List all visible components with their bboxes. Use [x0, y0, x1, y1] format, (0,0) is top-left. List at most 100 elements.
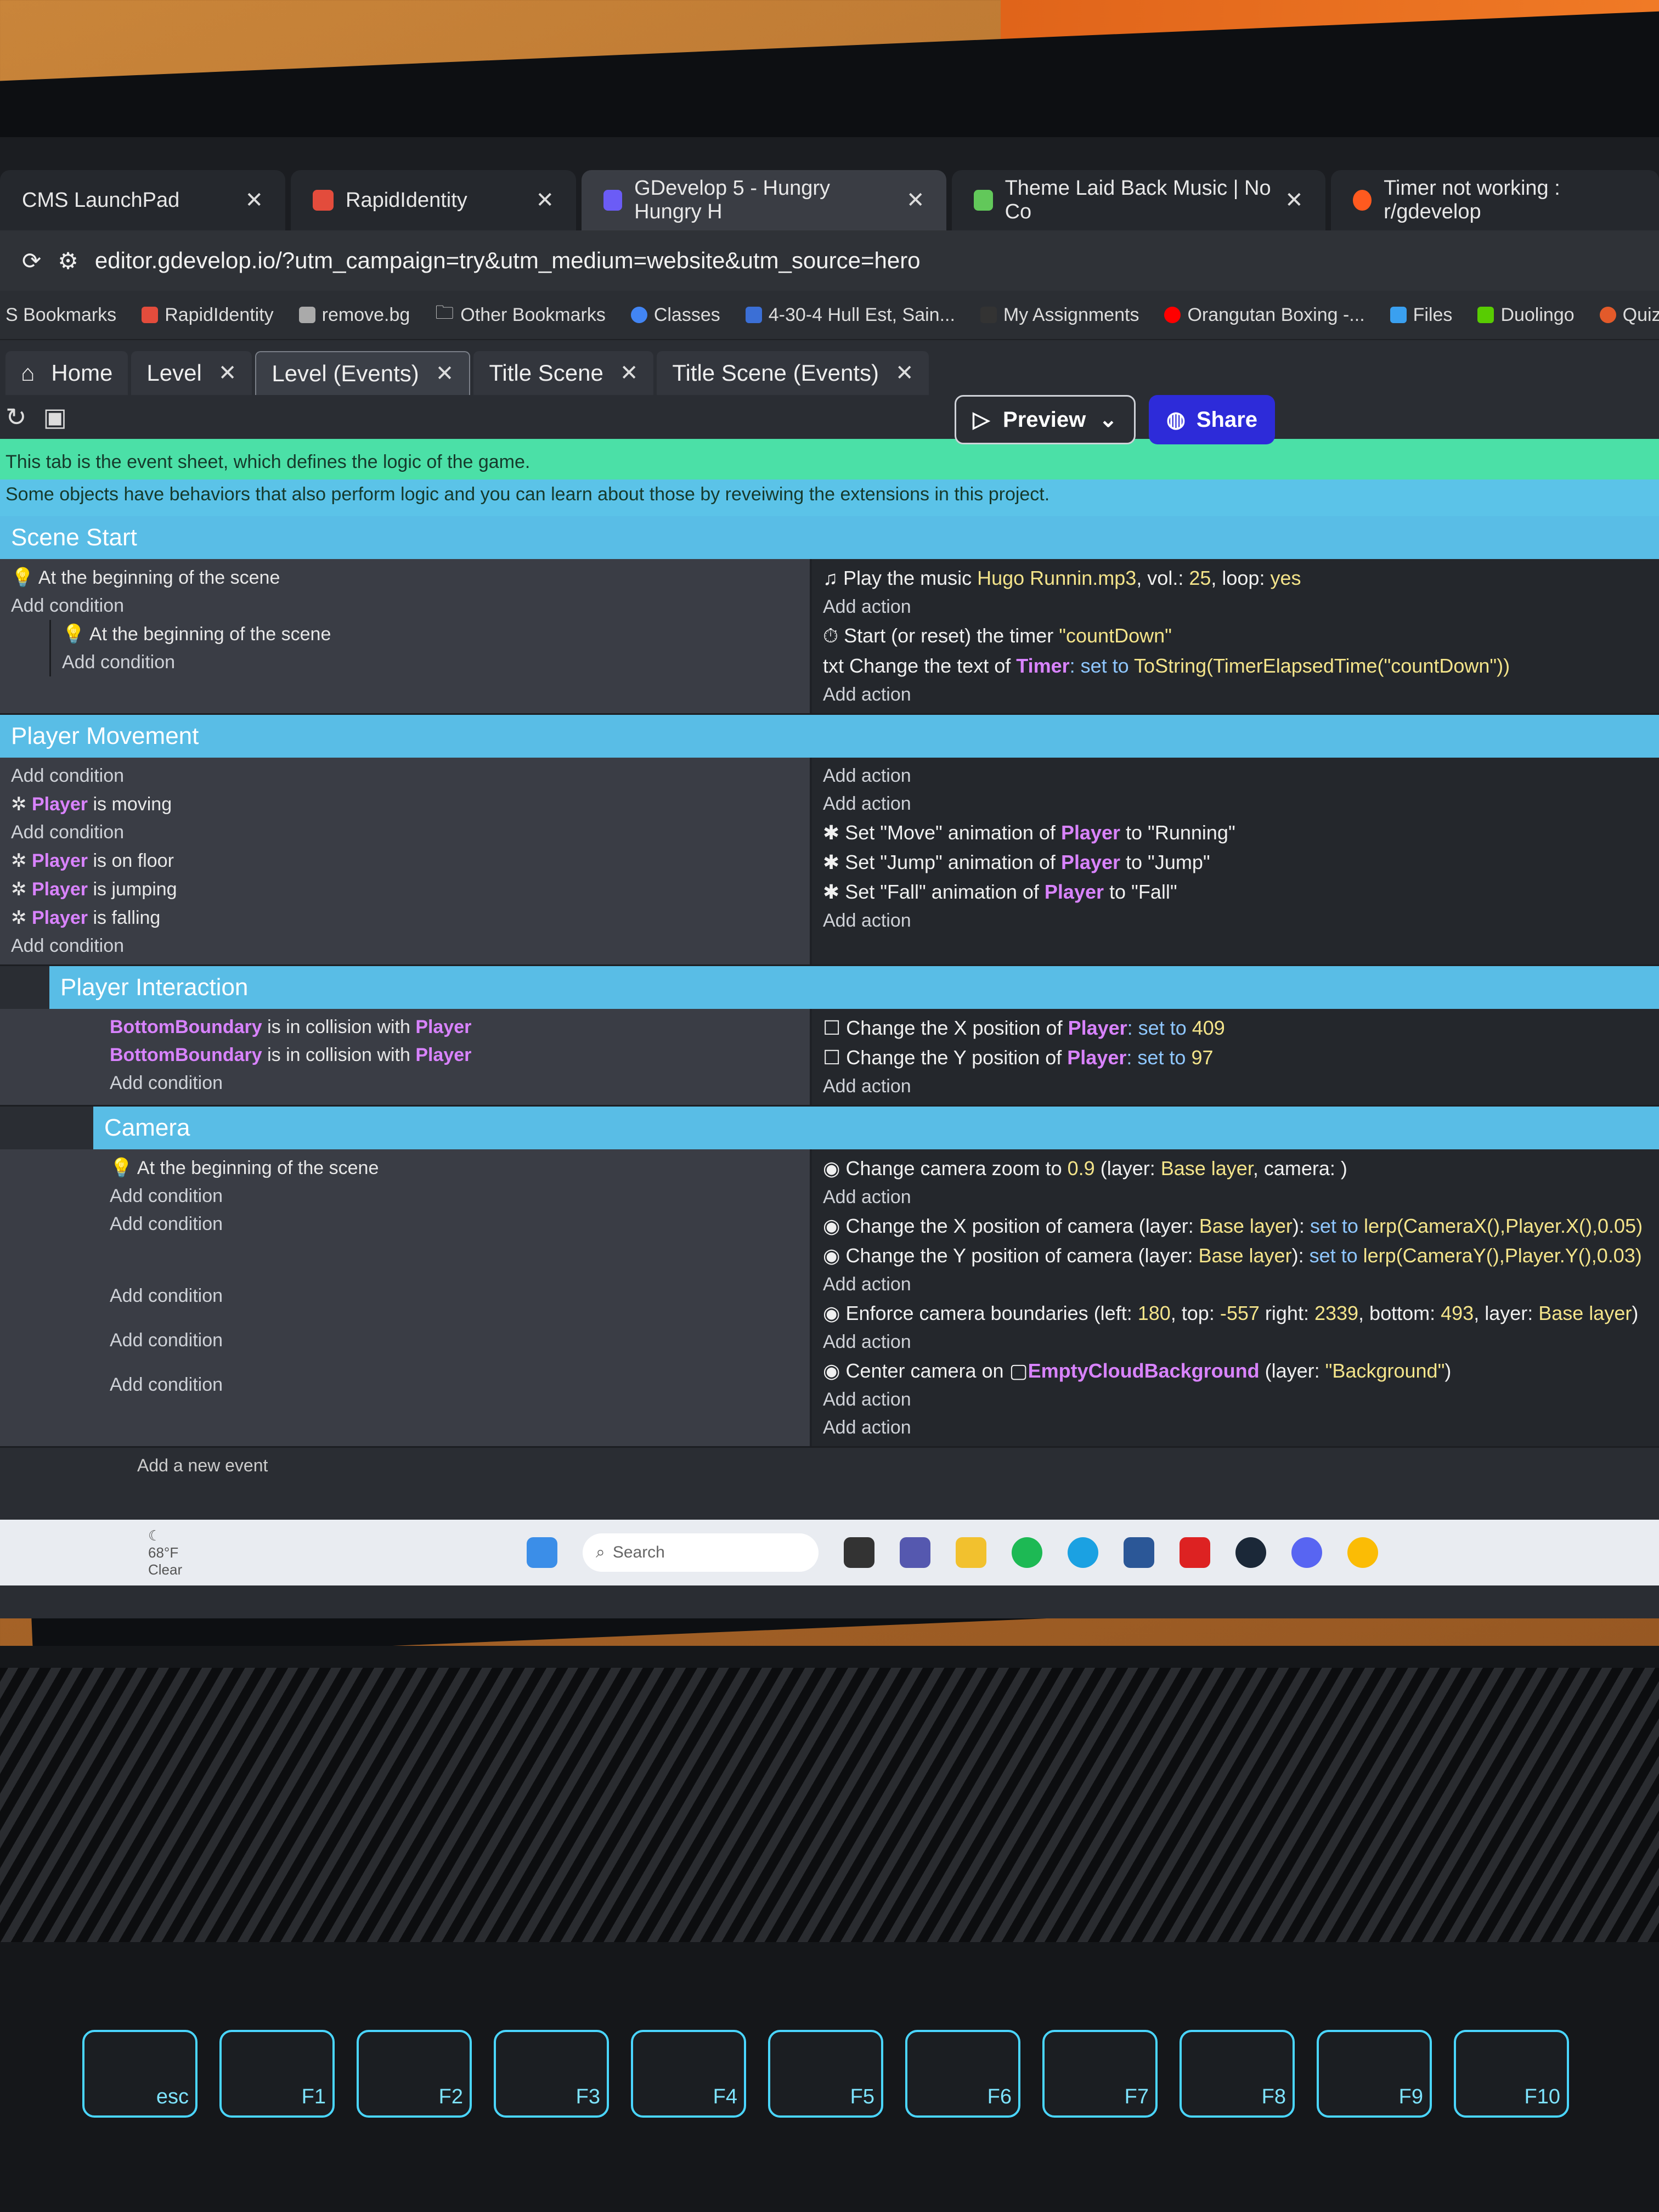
event-camera[interactable]: 💡 At the beginning of the scene Add cond… [0, 1149, 1659, 1448]
add-action[interactable]: Add action [823, 1073, 1648, 1101]
add-action[interactable]: Add action [823, 1386, 1648, 1414]
condition[interactable]: ✲ Player is falling [11, 904, 799, 932]
add-condition[interactable]: Add condition [11, 592, 799, 620]
action-start-timer[interactable]: ⏱ Start (or reset) the timer "countDown" [823, 621, 1648, 651]
add-condition[interactable]: Add condition [62, 648, 799, 676]
discord-icon[interactable] [1291, 1537, 1322, 1568]
chevron-down-icon[interactable]: ⌄ [1099, 407, 1118, 432]
add-action[interactable]: Add action [823, 790, 1648, 818]
condition[interactable]: 💡 At the beginning of the scene [62, 620, 799, 648]
close-icon[interactable]: ✕ [218, 360, 237, 386]
preview-button[interactable]: ▷ Preview ⌄ [955, 395, 1136, 444]
add-condition[interactable]: Add condition [110, 1210, 799, 1238]
comment-event[interactable]: This tab is the event sheet, which defin… [0, 439, 1659, 480]
chrome-icon[interactable] [1347, 1537, 1378, 1568]
save-icon[interactable]: ▣ [43, 402, 67, 432]
condition[interactable]: ✲ Player is moving [11, 790, 799, 819]
add-action[interactable]: Add action [823, 1328, 1648, 1356]
bookmark-item[interactable]: Classes [630, 304, 720, 326]
bookmark-item[interactable]: remove.bg [298, 304, 410, 326]
add-action[interactable]: Add action [823, 1414, 1648, 1442]
comment-event-line2[interactable]: Some objects have behaviors that also pe… [0, 479, 1659, 517]
bookmark-item[interactable]: Duolingo [1477, 304, 1575, 326]
add-condition[interactable]: Add condition [110, 1371, 799, 1399]
edge-icon[interactable] [1068, 1537, 1098, 1568]
reload-icon[interactable]: ⟳ [22, 247, 41, 274]
condition[interactable]: ✲ Player is jumping [11, 875, 799, 904]
add-action[interactable]: Add action [823, 681, 1648, 709]
add-action[interactable]: Add action [823, 593, 1648, 621]
tab-home[interactable]: ⌂ Home [5, 351, 128, 395]
bookmark-item[interactable]: Orangutan Boxing -... [1164, 304, 1365, 326]
bookmark-item[interactable]: Files [1390, 304, 1452, 326]
store-icon[interactable] [1124, 1537, 1154, 1568]
condition[interactable]: ✲ Player is on floor [11, 847, 799, 875]
add-condition[interactable]: Add condition [110, 1182, 799, 1210]
condition[interactable]: BottomBoundary is in collision with Play… [110, 1041, 799, 1069]
action-change-y[interactable]: ☐ Change the Y position of Player: set t… [823, 1043, 1648, 1073]
condition[interactable]: 💡 At the beginning of the scene [11, 563, 799, 592]
bookmark-item[interactable]: S Bookmarks [5, 304, 116, 326]
add-condition[interactable]: Add condition [11, 819, 799, 847]
add-condition[interactable]: Add condition [110, 1282, 799, 1310]
close-icon[interactable]: ✕ [906, 188, 925, 213]
action-set-animation[interactable]: ✱ Set "Fall" animation of Player to "Fal… [823, 877, 1648, 907]
close-icon[interactable]: ✕ [620, 360, 639, 386]
action-camera-bounds[interactable]: ◉ Enforce camera boundaries (left: 180, … [823, 1299, 1648, 1328]
action-change-text[interactable]: txt Change the text of Timer: set to ToS… [823, 651, 1648, 681]
condition[interactable]: BottomBoundary is in collision with Play… [110, 1013, 799, 1041]
spotify-icon[interactable] [1012, 1537, 1042, 1568]
close-icon[interactable]: ✕ [436, 361, 454, 386]
action-change-x[interactable]: ☐ Change the X position of Player: set t… [823, 1013, 1648, 1043]
site-settings-icon[interactable]: ⚙ [58, 247, 78, 274]
close-icon[interactable]: ✕ [535, 188, 554, 213]
file-explorer-icon[interactable] [956, 1537, 986, 1568]
bookmark-item[interactable]: My Assignments [980, 304, 1139, 326]
windows-start-icon[interactable] [527, 1537, 557, 1568]
action-camera-x[interactable]: ◉ Change the X position of camera (layer… [823, 1211, 1648, 1241]
taskbar-search[interactable]: ⌕ Search [583, 1533, 819, 1572]
event-player-movement[interactable]: Add condition ✲ Player is moving Add con… [0, 758, 1659, 967]
url-field[interactable]: editor.gdevelop.io/?utm_campaign=try&utm… [95, 247, 921, 274]
add-condition[interactable]: Add condition [110, 1069, 799, 1097]
history-icon[interactable]: ↻ [5, 402, 27, 432]
event-player-interaction[interactable]: BottomBoundary is in collision with Play… [0, 1009, 1659, 1107]
add-condition[interactable]: Add condition [11, 932, 799, 960]
teams-icon[interactable] [900, 1537, 930, 1568]
action-play-music[interactable]: ♫ Play the music Hugo Runnin.mp3, vol.: … [823, 563, 1648, 593]
mcafee-icon[interactable] [1180, 1537, 1210, 1568]
weather-widget[interactable]: ☾ 68°F Clear [148, 1527, 182, 1578]
close-icon[interactable]: ✕ [895, 360, 914, 386]
group-player-interaction[interactable]: Player Interaction [49, 966, 1659, 1009]
browser-tab-music[interactable]: Theme Laid Back Music | No Co ✕ [952, 170, 1325, 230]
action-center-camera[interactable]: ◉ Center camera on ▢EmptyCloudBackground… [823, 1356, 1648, 1386]
bookmark-item[interactable]: RapidIdentity [142, 304, 274, 326]
action-set-animation[interactable]: ✱ Set "Jump" animation of Player to "Jum… [823, 848, 1648, 877]
group-scene-start[interactable]: Scene Start [0, 516, 1659, 560]
browser-tab-gdevelop[interactable]: GDevelop 5 - Hungry Hungry H ✕ [582, 170, 947, 230]
add-action[interactable]: Add action [823, 907, 1648, 935]
group-camera[interactable]: Camera [93, 1107, 1659, 1150]
add-action[interactable]: Add action [823, 762, 1648, 790]
close-icon[interactable]: ✕ [1285, 188, 1304, 213]
browser-tab-rapididentity[interactable]: RapidIdentity ✕ [291, 170, 576, 230]
task-view-icon[interactable] [844, 1537, 874, 1568]
add-condition[interactable]: Add condition [110, 1327, 799, 1355]
browser-tab-cms[interactable]: CMS LaunchPad ✕ [0, 170, 285, 230]
add-action[interactable]: Add action [823, 1271, 1648, 1299]
close-icon[interactable]: ✕ [245, 188, 263, 213]
tab-level[interactable]: Level ✕ [131, 351, 252, 395]
add-condition[interactable]: Add condition [11, 762, 799, 790]
event-scene-start[interactable]: 💡 At the beginning of the scene Add cond… [0, 559, 1659, 715]
action-camera-y[interactable]: ◉ Change the Y position of camera (layer… [823, 1241, 1648, 1271]
tab-title-scene[interactable]: Title Scene ✕ [473, 351, 654, 395]
add-action[interactable]: Add action [823, 1183, 1648, 1211]
action-set-animation[interactable]: ✱ Set "Move" animation of Player to "Run… [823, 818, 1648, 848]
action-camera-zoom[interactable]: ◉ Change camera zoom to 0.9 (layer: Base… [823, 1154, 1648, 1183]
browser-tab-reddit[interactable]: Timer not working : r/gdevelop [1330, 170, 1659, 230]
tab-level-events[interactable]: Level (Events) ✕ [255, 351, 471, 395]
group-player-movement[interactable]: Player Movement [0, 715, 1659, 758]
add-new-event[interactable]: Add a new event [0, 1448, 1659, 1483]
tab-title-scene-events[interactable]: Title Scene (Events) ✕ [657, 351, 929, 395]
bookmark-item[interactable]: Quizzes [1599, 304, 1659, 326]
